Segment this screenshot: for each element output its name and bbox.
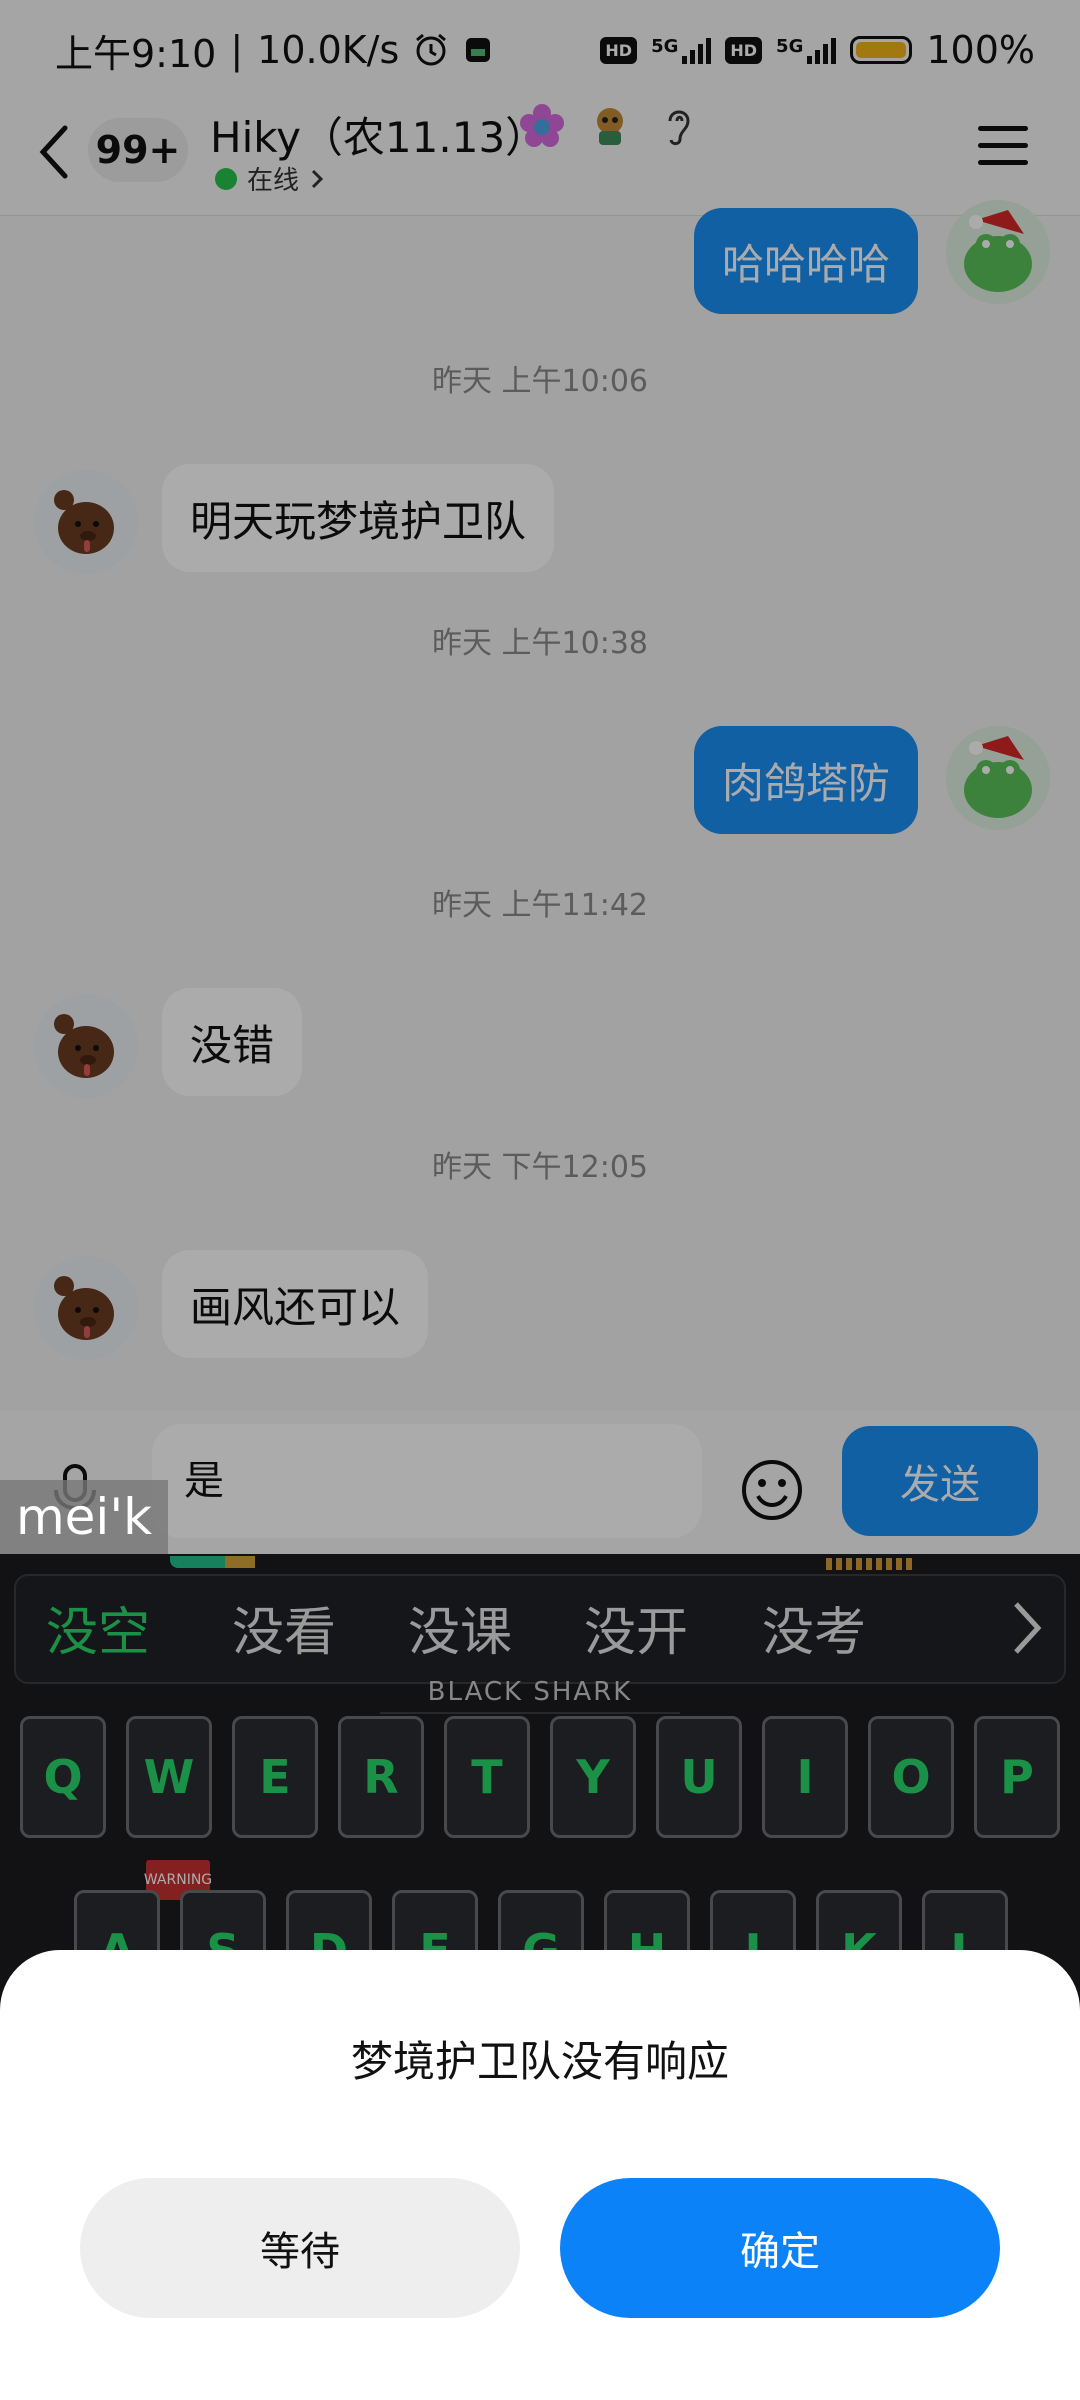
wait-button[interactable]: 等待 [80,2178,520,2318]
ok-button[interactable]: 确定 [560,2178,1000,2318]
app-not-responding-dialog: 梦境护卫队没有响应 等待 确定 [0,1950,1080,2400]
dialog-title: 梦境护卫队没有响应 [350,2037,729,2086]
watermark-label: mei'k [0,1480,168,1554]
screen: 上午9:10 | 10.0K/s HD 5G HD 5G 100% 99+ Hi… [0,0,1080,2400]
